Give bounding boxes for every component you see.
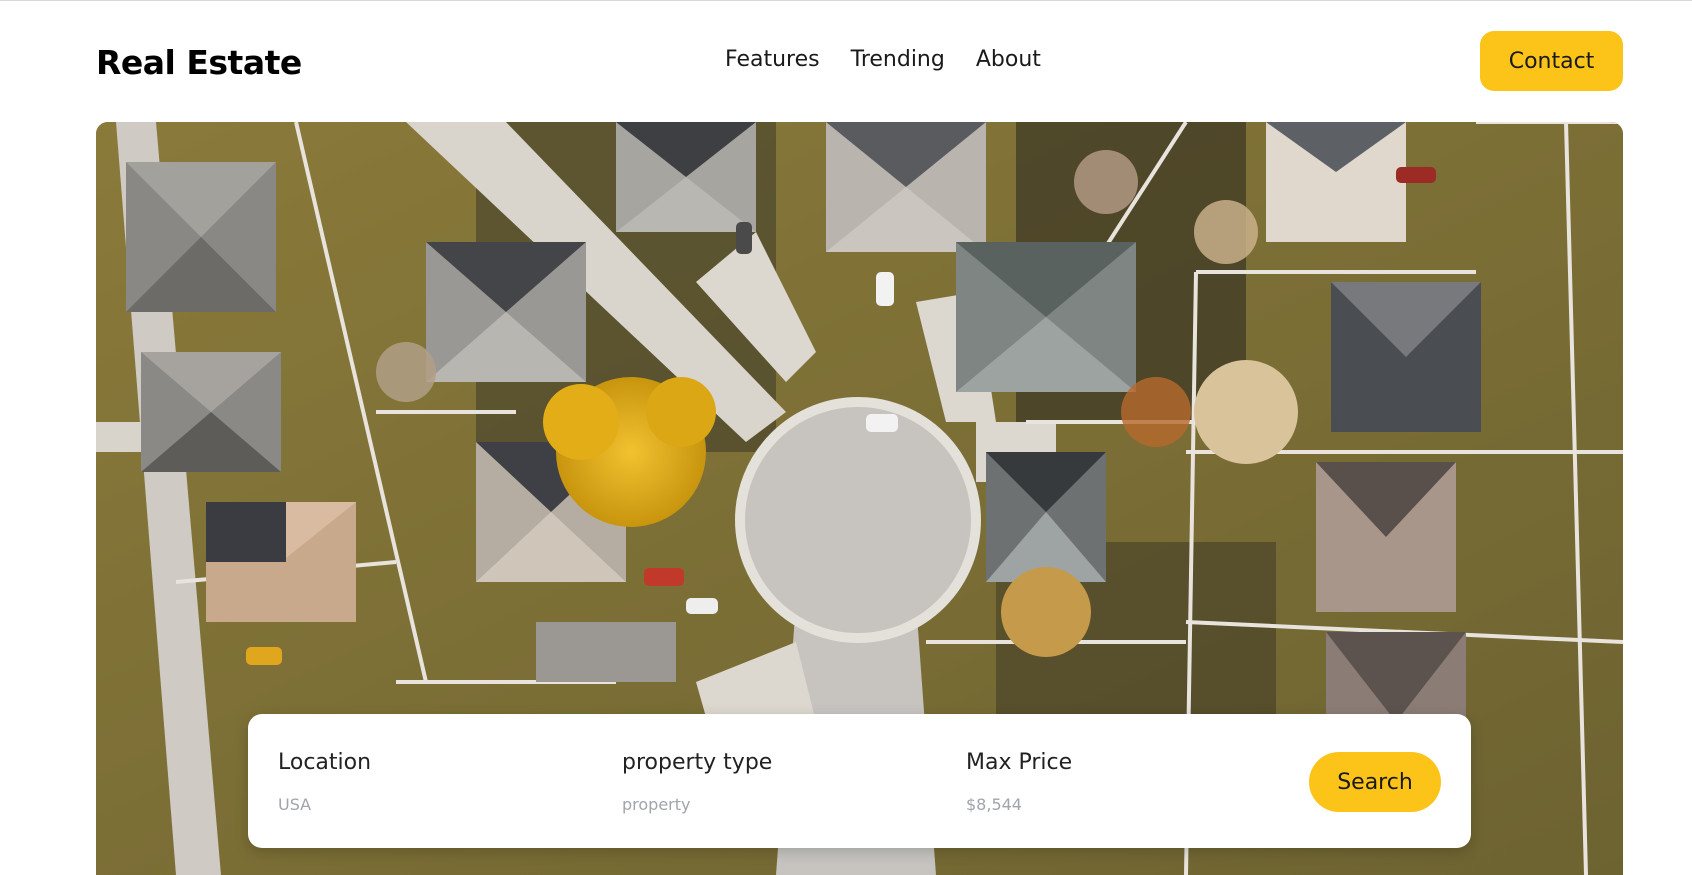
property-type-input[interactable] xyxy=(622,795,862,814)
brand-logo[interactable]: Real Estate xyxy=(96,43,302,82)
contact-button[interactable]: Contact xyxy=(1480,31,1623,91)
property-type-label: property type xyxy=(622,750,773,775)
nav-about[interactable]: About xyxy=(976,47,1041,72)
max-price-label: Max Price xyxy=(966,750,1073,775)
max-price-field-group: Max Price xyxy=(966,750,1206,814)
site-header: Real Estate Features Trending About Cont… xyxy=(96,30,1623,92)
location-input[interactable] xyxy=(278,795,518,814)
main-nav: Features Trending About xyxy=(725,47,1041,72)
location-label: Location xyxy=(278,750,372,775)
search-button[interactable]: Search xyxy=(1309,752,1441,812)
location-field-group: Location xyxy=(278,750,518,814)
nav-features[interactable]: Features xyxy=(725,47,820,72)
nav-trending[interactable]: Trending xyxy=(851,47,945,72)
top-border xyxy=(0,0,1692,1)
property-search-panel: Location property type Max Price Search xyxy=(248,714,1471,848)
property-type-field-group: property type xyxy=(622,750,862,814)
page: Real Estate Features Trending About Cont… xyxy=(0,0,1692,875)
max-price-input[interactable] xyxy=(966,795,1206,814)
